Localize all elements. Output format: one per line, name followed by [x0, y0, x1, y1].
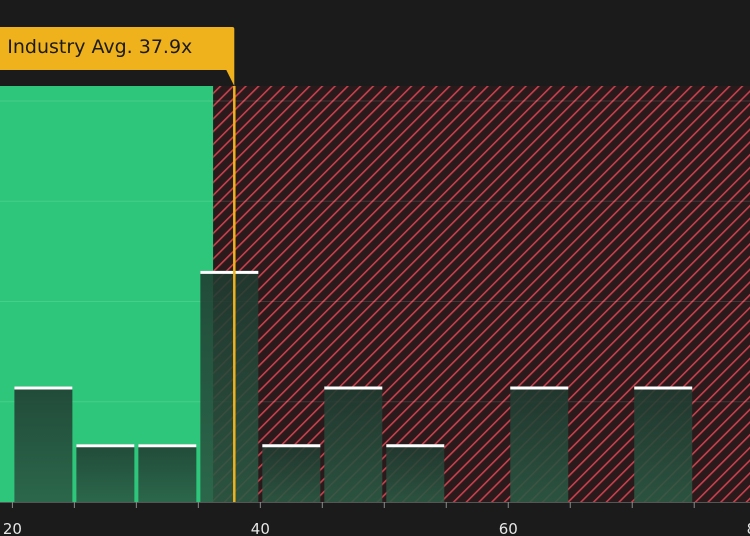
x-tick-label: 20 [3, 520, 22, 536]
histogram-bar [14, 386, 73, 502]
histogram-bar [138, 444, 197, 502]
industry-average-label: Industry Avg. 37.9x [7, 36, 192, 58]
histogram-bar [200, 270, 259, 502]
histogram-bar [324, 386, 383, 502]
histogram-bar [262, 444, 321, 502]
x-tick-label: 60 [499, 520, 518, 536]
x-axis: 20 40 60 80 [0, 502, 750, 536]
histogram-chart: 20 40 60 80 Industry Avg. 37.9x [0, 27, 750, 536]
histogram-bar [634, 386, 693, 502]
histogram-bar [76, 444, 135, 502]
chart-container: 20 40 60 80 Industry Avg. 37.9x [0, 0, 750, 536]
histogram-bar [386, 444, 445, 502]
histogram-bar [510, 386, 569, 502]
x-tick-label: 40 [251, 520, 270, 536]
x-tick-label: 80 [747, 520, 750, 536]
